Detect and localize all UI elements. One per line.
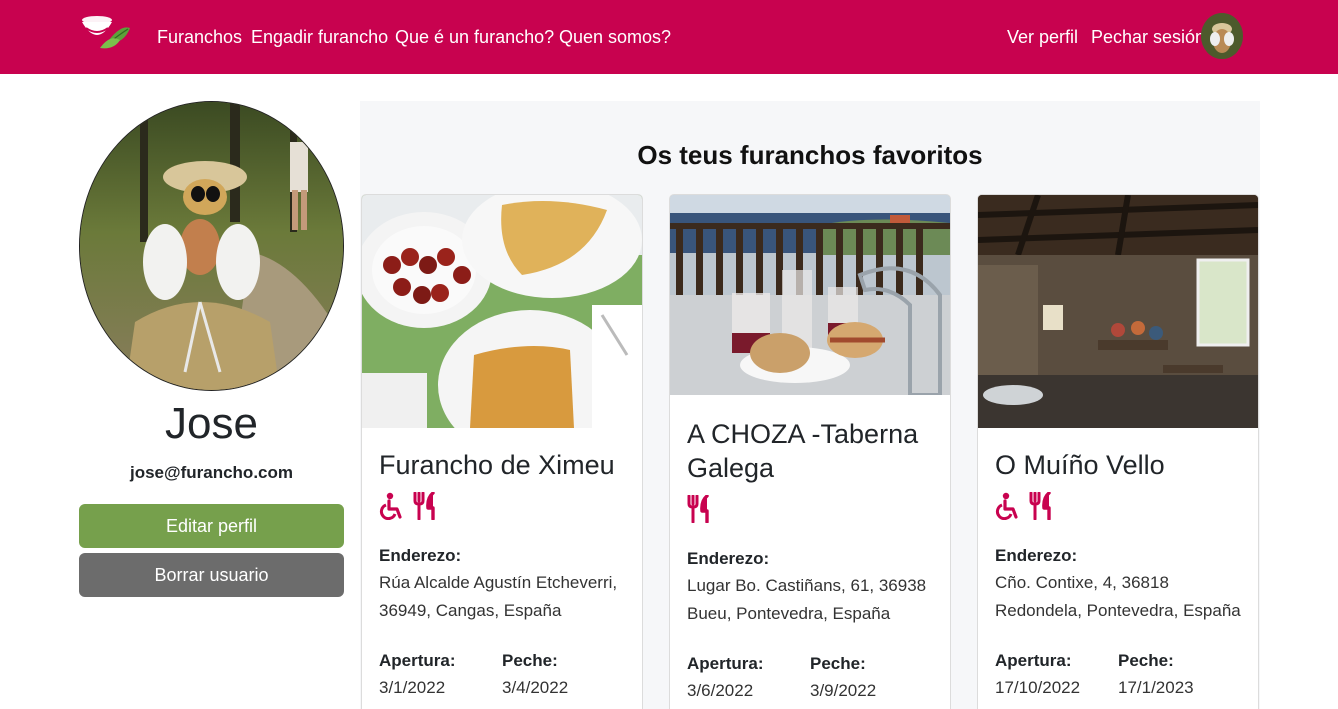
address-line: Redondela, Pontevedra, España [995, 601, 1241, 620]
address-label: Enderezo: [687, 549, 770, 568]
nav-link-what-is-furancho[interactable]: Que é un furancho? [395, 26, 554, 48]
furancho-card[interactable]: Furancho de Ximeu Enderezo: Rúa Alcalde … [361, 194, 643, 709]
utensils-icon [1029, 492, 1051, 520]
furancho-photo [670, 195, 950, 428]
nav-link-add-furancho[interactable]: Engadir furancho [251, 26, 388, 48]
logo-bowl-icon[interactable] [80, 14, 132, 54]
top-navbar: Furanchos Engadir furancho Que é un fura… [0, 0, 1338, 74]
user-avatar[interactable] [1201, 13, 1243, 59]
furancho-name[interactable]: A CHOZA -Taberna Galega [687, 417, 937, 485]
nav-link-view-profile[interactable]: Ver perfil [1007, 26, 1078, 48]
nav-link-furanchos[interactable]: Furanchos [157, 26, 242, 48]
furancho-name-line: Galega [687, 453, 775, 483]
furancho-photo [978, 195, 1258, 428]
furancho-name[interactable]: Furancho de Ximeu [379, 448, 629, 482]
opening-date: 3/6/2022 [687, 681, 754, 700]
furancho-features [379, 492, 439, 522]
address-line: Rúa Alcalde Agustín Etcheverri, [379, 573, 618, 592]
furancho-name-line: A CHOZA -Taberna [687, 419, 919, 449]
profile-email: jose@furancho.com [130, 463, 293, 482]
furancho-card[interactable]: A CHOZA -Taberna Galega Enderezo: Lugar … [669, 194, 951, 709]
closing-label: Peche: [502, 651, 558, 670]
address-line: Lugar Bo. Castiñans, 61, 36938 [687, 576, 927, 595]
furancho-card[interactable]: O Muíño Vello Enderezo: Cño. Contixe, 4,… [977, 194, 1259, 709]
address-line: 36949, Cangas, España [379, 601, 562, 620]
furancho-features [995, 492, 1055, 522]
furancho-name[interactable]: O Muíño Vello [995, 448, 1245, 482]
favorites-title: Os teus furanchos favoritos [637, 140, 983, 170]
furancho-features [687, 495, 713, 525]
address-line: Cño. Contixe, 4, 36818 [995, 573, 1169, 592]
closing-date: 3/9/2022 [810, 681, 877, 700]
opening-label: Apertura: [687, 654, 764, 673]
wheelchair-icon [379, 492, 402, 520]
opening-date: 3/1/2022 [379, 678, 446, 697]
wheelchair-icon [995, 492, 1018, 520]
furancho-photo [362, 195, 642, 428]
opening-label: Apertura: [379, 651, 456, 670]
opening-label: Apertura: [995, 651, 1072, 670]
closing-label: Peche: [810, 654, 866, 673]
closing-label: Peche: [1118, 651, 1174, 670]
utensils-icon [413, 492, 435, 520]
nav-link-logout[interactable]: Pechar sesión [1091, 26, 1205, 48]
address-line: Bueu, Pontevedra, España [687, 604, 891, 623]
edit-profile-button[interactable]: Editar perfil [79, 504, 344, 548]
closing-date: 3/4/2022 [502, 678, 569, 697]
profile-name: Jose [165, 399, 258, 448]
nav-link-about-us[interactable]: Quen somos? [559, 26, 671, 48]
opening-date: 17/10/2022 [995, 678, 1081, 697]
closing-date: 17/1/2023 [1118, 678, 1194, 697]
delete-user-button[interactable]: Borrar usuario [79, 553, 344, 597]
profile-photo [79, 101, 344, 391]
utensils-icon [687, 495, 709, 523]
address-label: Enderezo: [995, 546, 1078, 565]
address-label: Enderezo: [379, 546, 462, 565]
